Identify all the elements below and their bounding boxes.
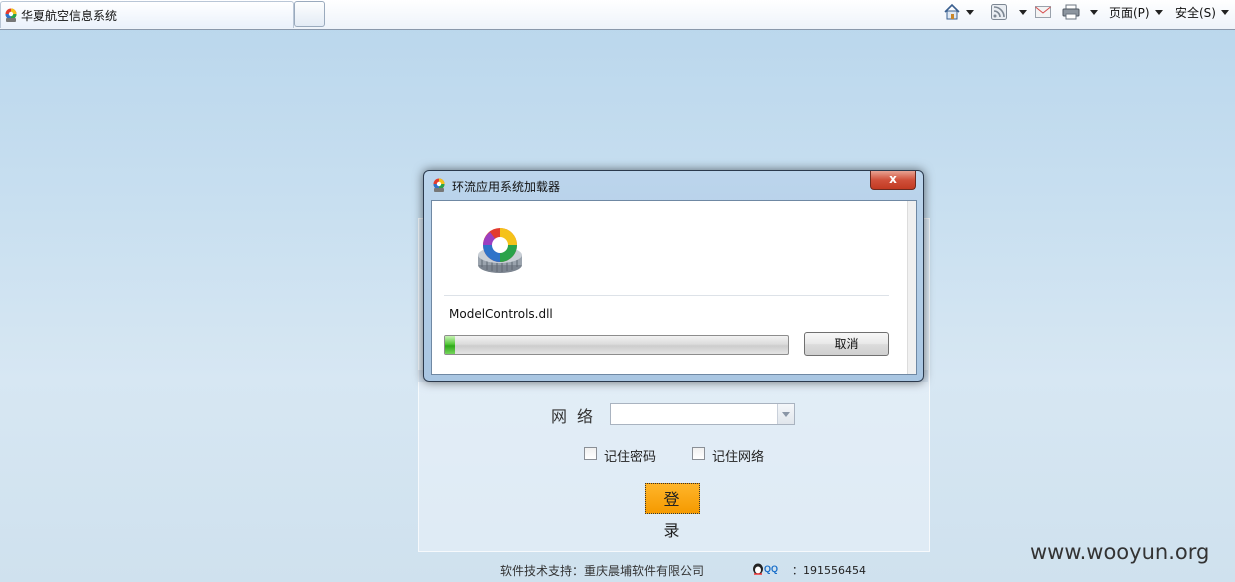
watermark: www.wooyun.org: [1030, 540, 1210, 564]
rss-icon: [991, 4, 1007, 20]
chevron-down-icon[interactable]: [777, 404, 794, 424]
app-logo-icon: [5, 8, 17, 22]
print-icon: [1062, 4, 1080, 20]
close-icon: x: [889, 172, 897, 186]
page-menu[interactable]: 页面(P): [1109, 2, 1163, 22]
mail-icon: [1035, 6, 1051, 18]
dialog-scroll-edge: [907, 201, 916, 374]
loading-progress-bar: [444, 335, 789, 355]
support-text: 软件技术支持：重庆晨埔软件有限公司: [500, 564, 705, 578]
page-menu-label: 页面(P): [1109, 5, 1150, 20]
network-label: 网络: [551, 407, 604, 426]
app-logo-icon: [433, 178, 445, 192]
dialog-separator: [444, 295, 889, 296]
safety-menu-dropdown-icon: [1220, 9, 1229, 15]
page-menu-dropdown-icon: [1154, 9, 1163, 15]
print-dropdown-icon[interactable]: [1090, 9, 1098, 15]
home-button[interactable]: [943, 2, 974, 22]
mail-button[interactable]: [1035, 2, 1051, 22]
home-icon: [944, 3, 960, 20]
browser-tab[interactable]: 华夏航空信息系统: [0, 1, 294, 28]
login-button[interactable]: 登录: [645, 483, 700, 540]
qq-number: ：191556454: [792, 564, 866, 577]
safety-menu[interactable]: 安全(S): [1175, 2, 1229, 22]
qq-logo-icon: QQ: [753, 563, 778, 575]
browser-toolbar: 华夏航空信息系统 页面(P) 安全(S): [0, 0, 1235, 30]
dialog-body: ModelControls.dll 取消: [431, 200, 917, 375]
loading-file-name: ModelControls.dll: [449, 307, 553, 321]
new-tab-button[interactable]: [294, 1, 325, 27]
remember-network-label: 记住网络: [712, 450, 765, 465]
remember-network-checkbox[interactable]: [692, 447, 705, 460]
tab-title: 华夏航空信息系统: [21, 9, 118, 23]
loading-progress-fill: [445, 336, 456, 354]
remember-password-label: 记住密码: [604, 450, 657, 465]
loader-gear-icon: [478, 228, 522, 273]
network-select[interactable]: [610, 403, 795, 425]
loader-dialog: 环流应用系统加载器 x ModelControls.dll 取消: [423, 170, 924, 382]
close-button[interactable]: x: [870, 171, 916, 190]
home-dropdown-icon[interactable]: [966, 9, 974, 15]
feeds-button[interactable]: [991, 2, 1027, 22]
print-button[interactable]: [1062, 2, 1098, 22]
feeds-dropdown-icon[interactable]: [1019, 9, 1027, 15]
safety-menu-label: 安全(S): [1175, 5, 1216, 20]
dialog-title: 环流应用系统加载器: [452, 180, 561, 194]
svg-text:QQ: QQ: [764, 564, 778, 574]
remember-password-checkbox[interactable]: [584, 447, 597, 460]
cancel-button[interactable]: 取消: [804, 332, 889, 356]
